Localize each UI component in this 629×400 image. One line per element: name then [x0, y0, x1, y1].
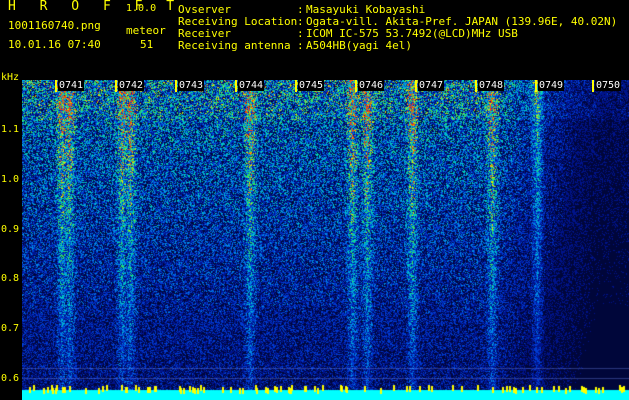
time-mark-0750: 0750	[592, 80, 622, 92]
meteor-count: 51	[140, 38, 154, 51]
meteor-label: meteor	[126, 24, 166, 37]
time-mark-0743: 0743	[175, 80, 205, 92]
time-mark-0748: 0748	[475, 80, 505, 92]
time-tick	[475, 80, 477, 92]
time-mark-0741: 0741	[55, 80, 85, 92]
time-mark-0744: 0744	[235, 80, 265, 92]
time-tick	[235, 80, 237, 92]
time-tick	[115, 80, 117, 92]
time-tick	[295, 80, 297, 92]
antenna-value: A504HB(yagi 4el)	[306, 39, 412, 52]
time-mark-0747: 0747	[415, 80, 445, 92]
y-tick-0-8: 0.8	[1, 273, 20, 284]
time-tick	[535, 80, 537, 92]
spectrogram-display	[22, 80, 629, 400]
time-mark-0746: 0746	[355, 80, 385, 92]
capture-datetime: 10.01.16 07:40	[8, 38, 101, 51]
spectrogram-canvas	[22, 80, 629, 400]
time-mark-0749: 0749	[535, 80, 565, 92]
time-mark-0742: 0742	[115, 80, 145, 92]
time-tick	[592, 80, 594, 92]
time-tick	[175, 80, 177, 92]
antenna-label: Receiving antenna	[178, 39, 291, 52]
app-version: 1.0.0	[126, 3, 157, 14]
time-mark-0745: 0745	[295, 80, 325, 92]
y-tick-0-9: 0.9	[1, 224, 20, 235]
y-tick-0-7: 0.7	[1, 323, 20, 334]
y-axis-unit: kHz	[1, 72, 20, 83]
time-tick	[55, 80, 57, 92]
antenna-sep: :	[297, 39, 304, 52]
time-tick	[355, 80, 357, 92]
file-name: 1001160740.png	[8, 19, 101, 32]
header-panel: H R O F F T 1.0.0 1001160740.png meteor …	[0, 0, 629, 76]
time-tick	[415, 80, 417, 92]
y-tick-0-6: 0.6	[1, 373, 20, 384]
y-tick-1-1: 1.1	[1, 124, 20, 135]
y-tick-1-0: 1.0	[1, 174, 20, 185]
